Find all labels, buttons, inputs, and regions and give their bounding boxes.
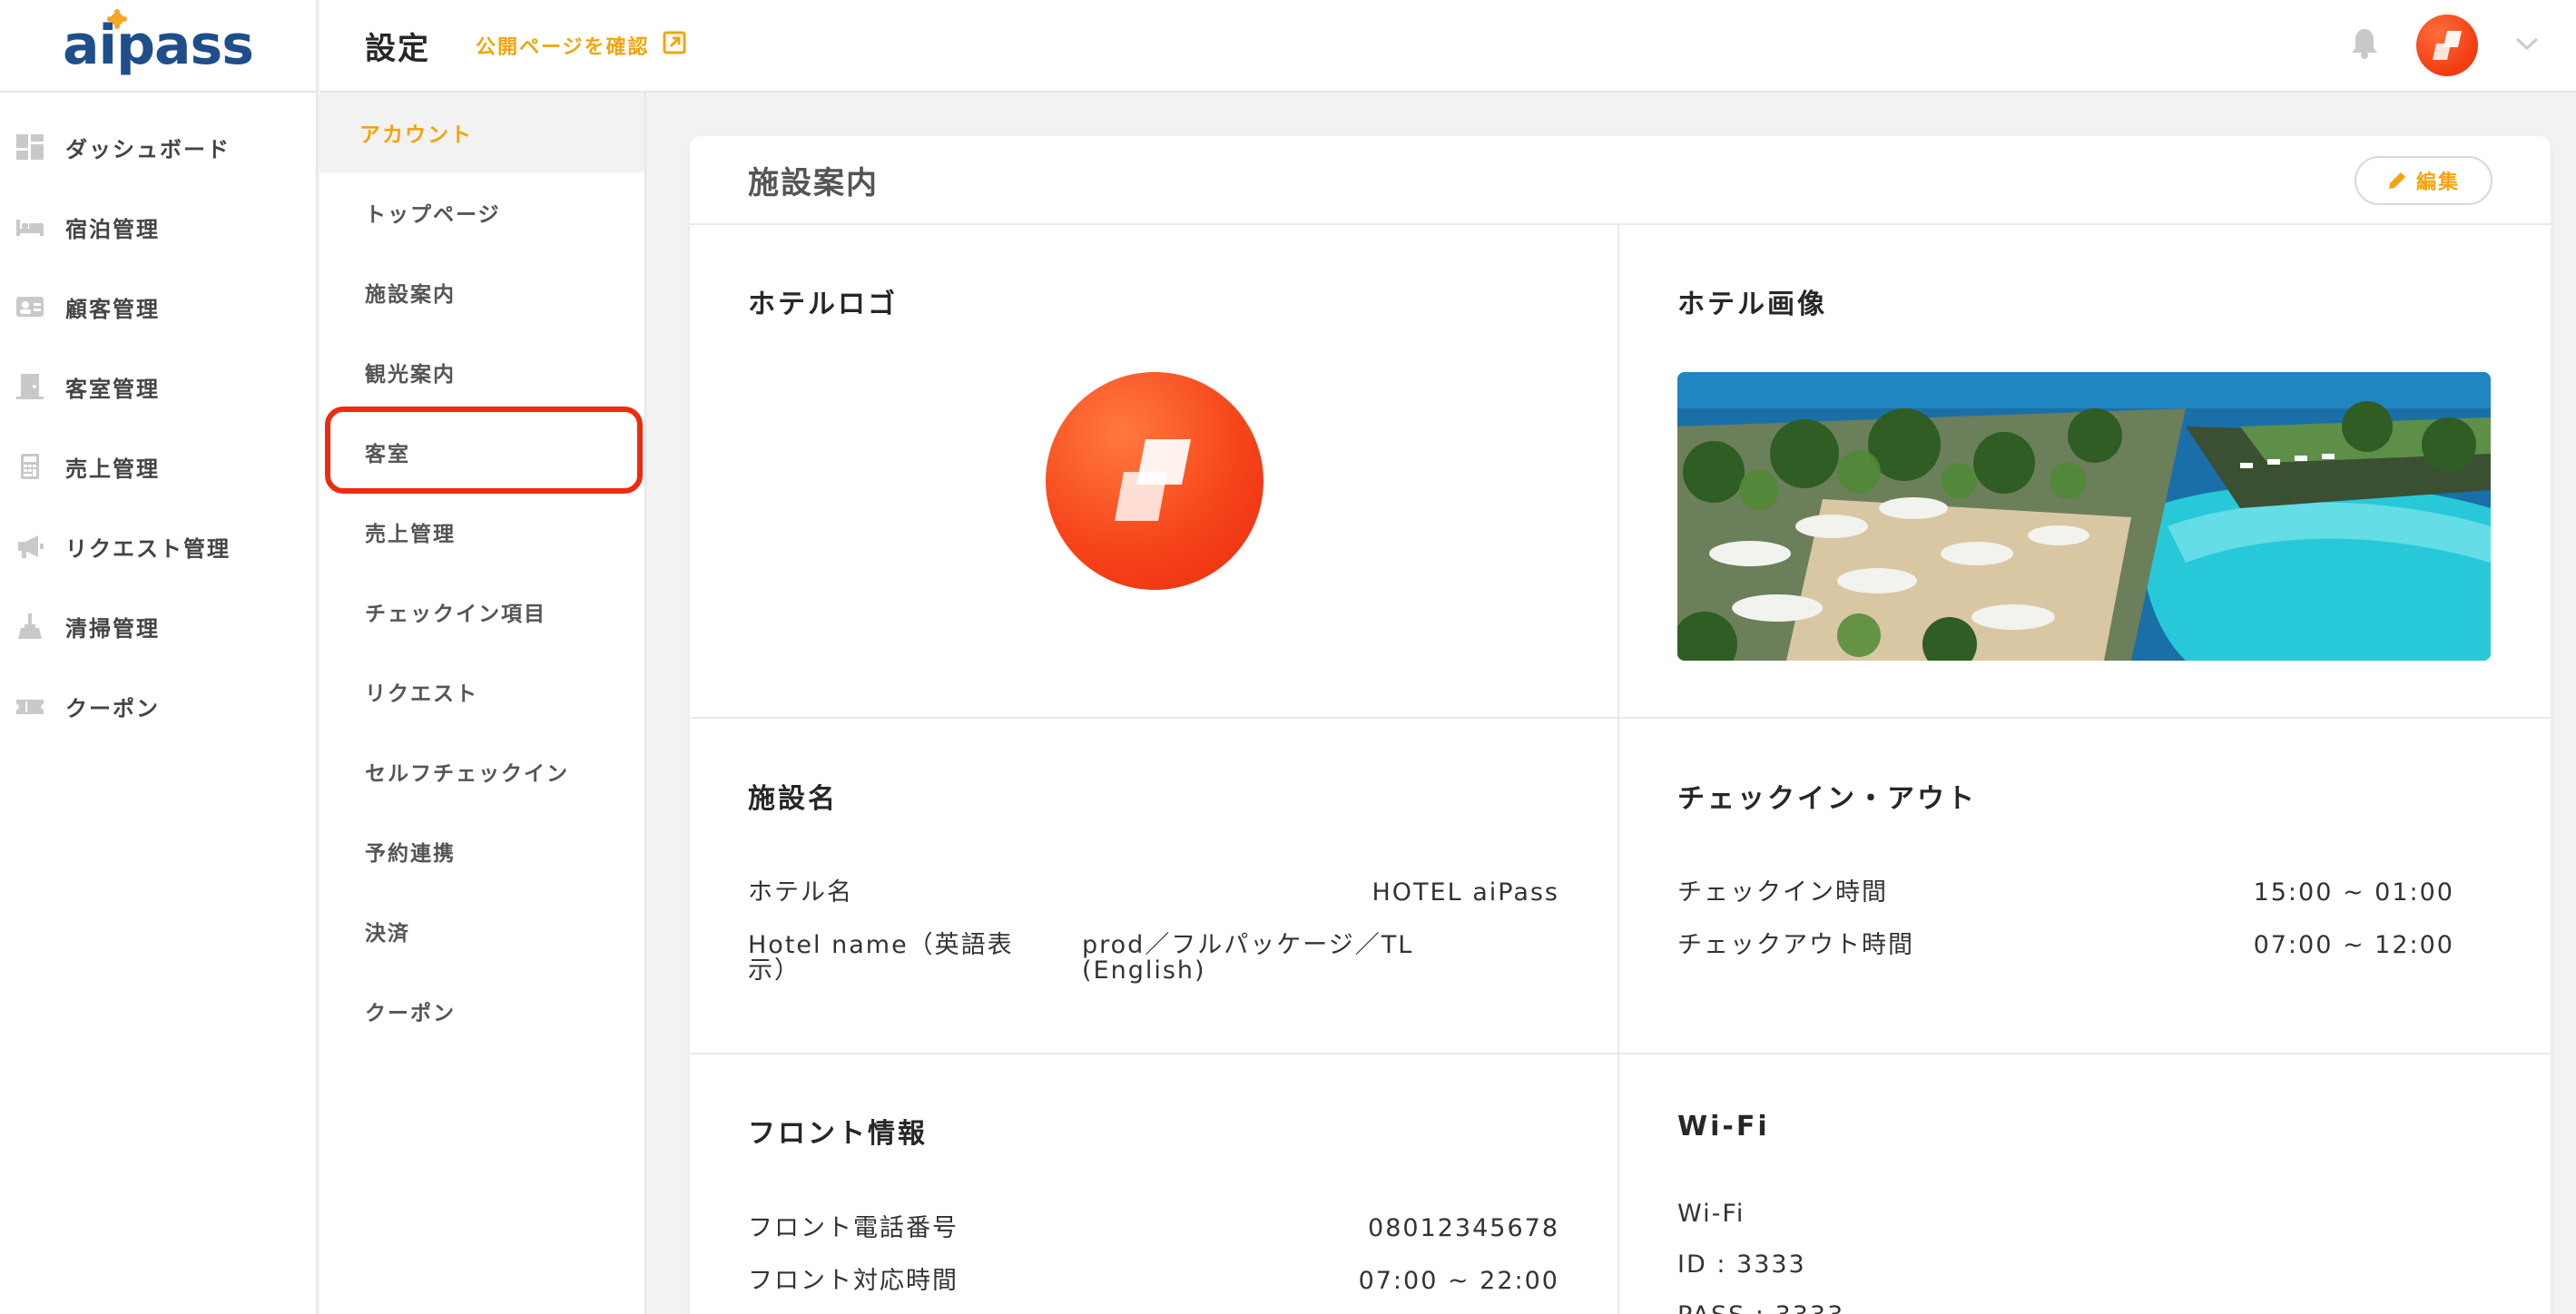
main-nav: ダッシュボード 宿泊管理 顧客管理 客室管理 売上管理 リクエスト管理 清掃管理… xyxy=(0,93,316,746)
submenu-item-payment[interactable]: 決済 xyxy=(320,891,644,971)
wifi-pass: PASS : 3333 xyxy=(1677,1303,1844,1314)
sidebar-item-requests[interactable]: リクエスト管理 xyxy=(0,506,316,586)
front-info-title: フロント情報 xyxy=(748,1118,928,1150)
sidebar-item-label: リクエスト管理 xyxy=(65,535,231,562)
sidebar-item-label: クーポン xyxy=(65,695,160,721)
calculator-icon xyxy=(16,454,44,479)
sidebar-item-dashboard[interactable]: ダッシュボード xyxy=(0,107,316,187)
sidebar-item-label: 清掃管理 xyxy=(65,615,160,642)
wifi-title: Wi-Fi xyxy=(1677,1111,1770,1142)
sidebar-item-lodging[interactable]: 宿泊管理 xyxy=(0,187,316,267)
submenu-item-sales[interactable]: 売上管理 xyxy=(320,492,644,572)
front-phone-value: 08012345678 xyxy=(1368,1214,1559,1242)
ticket-icon xyxy=(16,693,44,719)
notification-bell-icon[interactable] xyxy=(2349,27,2380,64)
header-actions xyxy=(2349,0,2540,91)
facility-name-title: 施設名 xyxy=(748,783,838,815)
front-phone-label: フロント電話番号 xyxy=(748,1214,959,1242)
facility-info-card: 施設案内 編集 ホテルロゴ ホテル画像 施設名 ホテル名 HOTEL aiPas… xyxy=(690,136,2551,1314)
megaphone-icon xyxy=(16,534,44,559)
external-link-icon xyxy=(663,31,686,60)
public-link-label: 公開ページを確認 xyxy=(476,36,650,59)
sidebar-item-cleaning[interactable]: 清掃管理 xyxy=(0,586,316,666)
customer-card-icon xyxy=(16,294,44,319)
sidebar-item-label: ダッシュボード xyxy=(65,136,231,162)
sidebar-item-label: 顧客管理 xyxy=(65,296,160,322)
card-header: 施設案内 編集 xyxy=(690,136,2551,225)
submenu-item-facility-guide[interactable]: 施設案内 xyxy=(320,252,644,332)
avatar-logo-icon xyxy=(2433,31,2462,60)
wifi-id: ID : 3333 xyxy=(1677,1250,1806,1279)
hotel-name-en-label-line1: Hotel name（英語表 xyxy=(748,931,1014,959)
hotel-name-en-value-line2: (English) xyxy=(1082,956,1206,985)
edit-button-label: 編集 xyxy=(2415,171,2460,193)
hotel-image-title: ホテル画像 xyxy=(1677,289,1827,320)
main-sidebar: aipass ダッシュボード 宿泊管理 顧客管理 客室管理 売上管理 リクエスト… xyxy=(0,0,318,1314)
view-public-page-link[interactable]: 公開ページを確認 xyxy=(476,31,686,60)
submenu-item-reservation-sync[interactable]: 予約連携 xyxy=(320,811,644,891)
wifi-line: Wi-Fi xyxy=(1677,1200,1745,1228)
checkin-time-label: チェックイン時間 xyxy=(1677,878,1888,907)
top-header: 設定 公開ページを確認 xyxy=(320,0,2576,93)
submenu-item-requests[interactable]: リクエスト xyxy=(320,652,644,731)
sidebar-item-rooms[interactable]: 客室管理 xyxy=(0,347,316,427)
checkout-time-value: 07:00 ~ 12:00 xyxy=(2253,931,2454,959)
hotel-photo xyxy=(1677,372,2491,661)
hotel-logo-title: ホテルロゴ xyxy=(748,289,898,320)
logo-text: aipass xyxy=(63,14,254,77)
hotel-logo-image xyxy=(1046,372,1263,590)
bed-icon xyxy=(16,214,44,240)
hotel-name-en-value-line1: prod／フルパッケージ／TL xyxy=(1082,931,1414,959)
app-logo[interactable]: aipass xyxy=(0,0,316,93)
card-title: 施設案内 xyxy=(748,164,879,201)
submenu-item-self-checkin[interactable]: セルフチェックイン xyxy=(320,731,644,811)
submenu-item-account[interactable]: アカウント xyxy=(320,93,644,172)
hotel-name-label: ホテル名 xyxy=(748,878,853,907)
user-avatar[interactable] xyxy=(2416,15,2478,76)
sidebar-item-label: 宿泊管理 xyxy=(65,216,160,242)
rooms-highlight-annotation xyxy=(325,407,643,494)
submenu-item-checkin-fields[interactable]: チェックイン項目 xyxy=(320,572,644,652)
edit-button[interactable]: 編集 xyxy=(2355,156,2492,205)
submenu-item-sightseeing[interactable]: 観光案内 xyxy=(320,332,644,412)
sidebar-item-customers[interactable]: 顧客管理 xyxy=(0,267,316,347)
settings-submenu: アカウント トップページ 施設案内 観光案内 客室 売上管理 チェックイン項目 … xyxy=(320,93,646,1314)
hotel-name-value: HOTEL aiPass xyxy=(1372,878,1559,907)
logo-sun-icon xyxy=(111,13,123,25)
page-title: 設定 xyxy=(365,30,430,67)
broom-icon xyxy=(16,613,44,639)
front-hours-label: フロント対応時間 xyxy=(748,1267,959,1295)
chevron-down-icon[interactable] xyxy=(2514,34,2540,56)
front-hours-value: 07:00 ~ 22:00 xyxy=(1358,1267,1559,1295)
sidebar-item-label: 売上管理 xyxy=(65,456,160,482)
sidebar-item-coupons[interactable]: クーポン xyxy=(0,666,316,746)
pencil-icon xyxy=(2388,172,2405,189)
door-icon xyxy=(16,374,44,399)
submenu-item-top-page[interactable]: トップページ xyxy=(320,172,644,252)
checkin-time-value: 15:00 ~ 01:00 xyxy=(2253,878,2454,907)
sidebar-item-label: 客室管理 xyxy=(65,376,160,402)
checkin-checkout-title: チェックイン・アウト xyxy=(1677,783,1977,815)
checkout-time-label: チェックアウト時間 xyxy=(1677,931,1914,959)
sidebar-item-sales[interactable]: 売上管理 xyxy=(0,427,316,506)
submenu-item-coupons[interactable]: クーポン xyxy=(320,971,644,1051)
dashboard-icon xyxy=(16,134,44,160)
hotel-logo-mark-icon xyxy=(1115,439,1191,521)
hotel-name-en-label-line2: 示） xyxy=(748,956,801,985)
